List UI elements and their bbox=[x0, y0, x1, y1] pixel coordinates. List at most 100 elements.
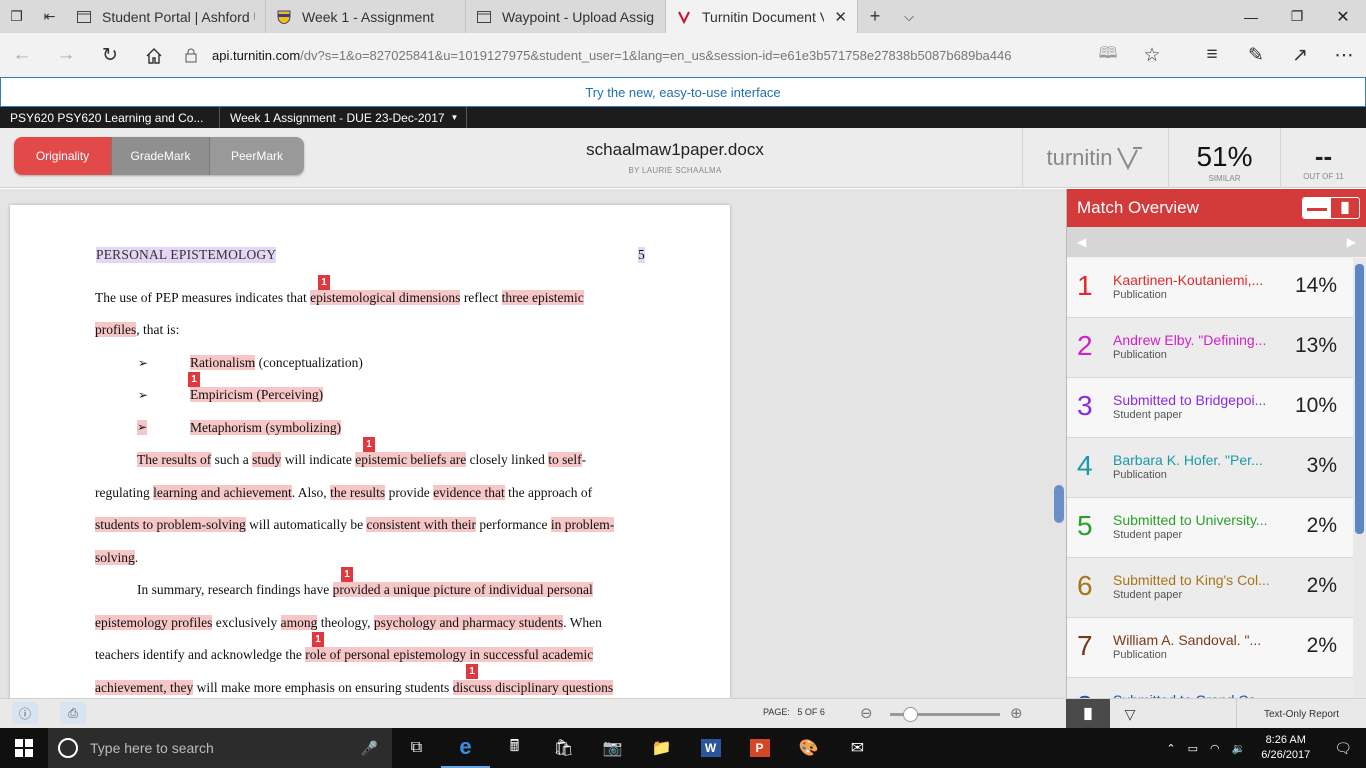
print-icon[interactable]: ⎙ bbox=[60, 702, 86, 724]
web-note-pen-icon[interactable]: ✎ bbox=[1234, 33, 1278, 77]
match-marker[interactable]: 1 bbox=[188, 372, 200, 387]
favorite-star-icon[interactable]: ☆ bbox=[1130, 33, 1174, 77]
chevron-down-icon[interactable]: ⌵ bbox=[892, 0, 926, 33]
taskbar-search-box[interactable]: Type here to search 🎤 bbox=[48, 728, 392, 768]
matched-text[interactable]: evidence that bbox=[433, 485, 505, 500]
match-source[interactable]: Kaartinen-Koutaniemi,... bbox=[1113, 272, 1273, 288]
matched-text[interactable]: provided a unique picture of individual … bbox=[332, 582, 593, 597]
back-arrow-icon[interactable]: ← bbox=[0, 33, 44, 77]
zoom-in-icon[interactable]: ⊕ bbox=[1010, 704, 1023, 722]
matched-text[interactable]: Metaphorism (symbolizing) bbox=[190, 420, 342, 435]
restore-icon[interactable]: ❐ bbox=[1274, 0, 1320, 33]
tab-week1-assignment[interactable]: Week 1 - Assignment bbox=[266, 0, 466, 33]
grademark-button[interactable]: GradeMark bbox=[112, 137, 210, 175]
match-source[interactable]: Andrew Elby. "Defining... bbox=[1113, 332, 1273, 348]
close-window-icon[interactable]: ✕ bbox=[1320, 0, 1366, 33]
zoom-slider-knob[interactable] bbox=[902, 707, 918, 722]
paint-icon[interactable]: 🎨 bbox=[784, 728, 833, 768]
match-row[interactable]: 5 Submitted to University... Student paper… bbox=[1067, 498, 1353, 558]
match-row[interactable]: 1 Kaartinen-Koutaniemi,... Publication 14% bbox=[1067, 258, 1353, 318]
calculator-icon[interactable]: 🖩 bbox=[490, 728, 539, 768]
list-view-icon[interactable]: ▬▬ bbox=[1303, 198, 1331, 218]
set-aside-tabs-icon[interactable]: ⇤ bbox=[33, 0, 66, 33]
zoom-out-icon[interactable]: ⊖ bbox=[860, 704, 873, 722]
matched-text[interactable]: consistent with their bbox=[366, 517, 476, 532]
grade-out-of[interactable]: -- OUT OF 11 bbox=[1280, 128, 1366, 188]
clock[interactable]: 8:26 AM 6/26/2017 bbox=[1251, 733, 1320, 763]
peermark-button[interactable]: PeerMark bbox=[210, 137, 304, 175]
matched-text[interactable]: study bbox=[252, 452, 282, 467]
text-only-report-button[interactable]: Text-Only Report bbox=[1236, 699, 1366, 729]
matched-text[interactable]: epistemology profiles bbox=[95, 615, 213, 630]
course-name[interactable]: PSY620 PSY620 Learning and Co... bbox=[0, 107, 220, 128]
match-list-scrollbar[interactable] bbox=[1353, 258, 1366, 698]
matched-text[interactable]: Rationalism bbox=[190, 355, 256, 370]
match-row[interactable]: 4 Barbara K. Hofer. "Per... Publication 3% bbox=[1067, 438, 1353, 498]
match-source[interactable]: Submitted to University... bbox=[1113, 512, 1273, 528]
battery-icon[interactable]: ▭ bbox=[1182, 742, 1204, 755]
notifications-icon[interactable]: 🗨 bbox=[1320, 740, 1366, 757]
matched-text[interactable]: discuss disciplinary questions bbox=[452, 680, 614, 695]
refresh-icon[interactable]: ↻ bbox=[88, 33, 132, 77]
edge-browser-icon[interactable]: e bbox=[441, 728, 490, 768]
document-scrollbar[interactable] bbox=[1053, 189, 1066, 698]
match-marker[interactable]: 1 bbox=[318, 275, 330, 290]
matched-text[interactable]: the results bbox=[330, 485, 386, 500]
microphone-icon[interactable]: 🎤 bbox=[361, 740, 378, 757]
assignment-dropdown[interactable]: Week 1 Assignment - DUE 23-Dec-2017 ▼ bbox=[220, 107, 467, 128]
lock-icon[interactable] bbox=[176, 33, 206, 77]
url-field[interactable]: api.turnitin.com/dv?s=1&o=827025841&u=10… bbox=[206, 33, 1086, 77]
tab-waypoint[interactable]: Waypoint - Upload Assignm bbox=[466, 0, 666, 33]
home-icon[interactable] bbox=[132, 33, 176, 77]
match-source[interactable]: William A. Sandoval. "... bbox=[1113, 632, 1273, 648]
match-row[interactable]: 3 Submitted to Bridgepoi... Student paper 1… bbox=[1067, 378, 1353, 438]
hub-icon[interactable]: ≡ bbox=[1190, 33, 1234, 77]
match-scroll-thumb[interactable] bbox=[1355, 264, 1364, 534]
reading-view-icon[interactable]: 🕮 bbox=[1086, 33, 1130, 77]
file-explorer-icon[interactable]: 📁 bbox=[637, 728, 686, 768]
new-tab-icon[interactable]: + bbox=[858, 0, 892, 33]
match-row[interactable]: 6 Submitted to King's Col... Student paper… bbox=[1067, 558, 1353, 618]
store-icon[interactable]: 🛍 bbox=[539, 728, 588, 768]
matched-text[interactable]: epistemological dimensions bbox=[310, 290, 461, 305]
task-view-icon[interactable]: ⧉ bbox=[392, 728, 441, 768]
previous-arrow-icon[interactable]: ◀ bbox=[1077, 235, 1086, 249]
more-menu-icon[interactable]: ⋯ bbox=[1322, 33, 1366, 77]
tab-turnitin[interactable]: Turnitin Document Viev ✕ bbox=[666, 0, 858, 33]
match-row[interactable]: 7 William A. Sandoval. "... Publication 2% bbox=[1067, 618, 1353, 678]
tab-manager-icon[interactable]: ❐ bbox=[0, 0, 33, 33]
matched-text[interactable]: to self bbox=[548, 452, 582, 467]
matched-text[interactable]: psychology and pharmacy students bbox=[373, 615, 564, 630]
filter-icon[interactable]: ▽ bbox=[1110, 699, 1150, 729]
matched-text[interactable]: students to problem-solving bbox=[95, 517, 246, 532]
bar-chart-view-icon[interactable]: ▐▌ bbox=[1331, 198, 1359, 218]
match-row[interactable]: 8Submitted to Grand Ca... bbox=[1067, 678, 1353, 698]
matched-text[interactable]: achievement, they bbox=[95, 680, 194, 695]
matched-text[interactable]: in problem- bbox=[550, 517, 615, 532]
document-scroll-thumb[interactable] bbox=[1054, 485, 1064, 523]
matched-text[interactable]: epistemic beliefs are bbox=[355, 452, 467, 467]
try-new-interface-link[interactable]: Try the new, easy-to-use interface bbox=[0, 77, 1366, 107]
mail-icon[interactable]: ✉ bbox=[833, 728, 882, 768]
matched-text[interactable]: The results of bbox=[137, 452, 212, 467]
match-source[interactable]: Submitted to Bridgepoi... bbox=[1113, 392, 1273, 408]
wifi-icon[interactable]: ◠ bbox=[1204, 742, 1226, 755]
match-marker[interactable]: 1 bbox=[312, 632, 324, 647]
matched-text[interactable]: Empiricism (Perceiving) bbox=[190, 387, 324, 402]
matched-text[interactable]: learning and achievement bbox=[153, 485, 292, 500]
matched-text[interactable]: profiles bbox=[95, 322, 137, 337]
originality-button[interactable]: Originality bbox=[14, 137, 112, 175]
word-icon[interactable]: W bbox=[686, 728, 735, 768]
chevron-up-icon[interactable]: ⌃ bbox=[1160, 742, 1181, 755]
share-icon[interactable]: ↗ bbox=[1278, 33, 1322, 77]
info-icon[interactable]: ⓘ bbox=[12, 702, 38, 724]
match-marker[interactable]: 1 bbox=[466, 664, 478, 679]
matched-text[interactable]: solving bbox=[95, 550, 135, 565]
match-marker[interactable]: 1 bbox=[363, 437, 375, 452]
similarity-index[interactable]: 51% SIMILAR bbox=[1168, 128, 1280, 188]
minimize-icon[interactable]: — bbox=[1228, 0, 1274, 33]
volume-icon[interactable]: 🔉 bbox=[1226, 742, 1252, 755]
start-windows-icon[interactable] bbox=[0, 728, 48, 768]
forward-arrow-icon[interactable]: → bbox=[44, 33, 88, 77]
camera-icon[interactable]: 📷 bbox=[588, 728, 637, 768]
